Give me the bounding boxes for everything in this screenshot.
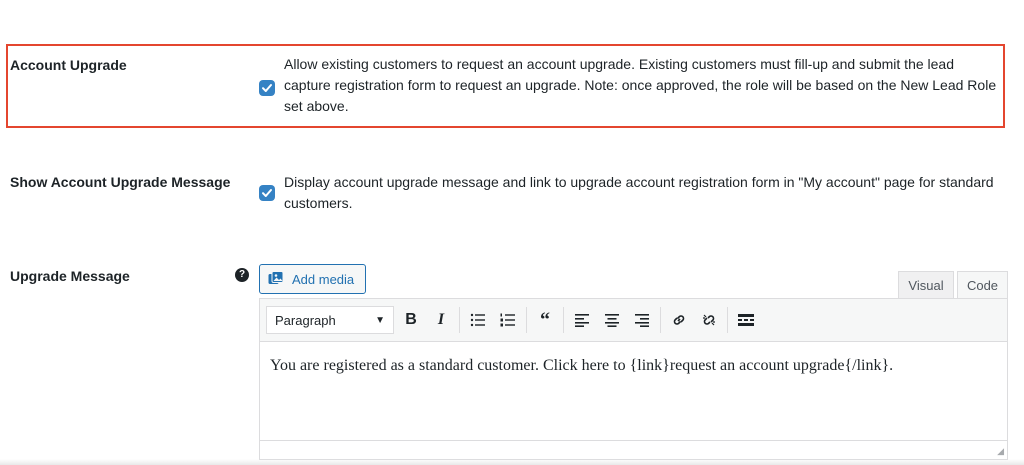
toolbar-separator [660,307,661,333]
editor[interactable]: Paragraph ▼ B I “ You are registered as … [259,298,1008,460]
bottom-shadow [0,459,1024,465]
editor-toolbar: Paragraph ▼ B I “ [260,299,1007,342]
format-select-value: Paragraph [275,312,336,328]
show-upgrade-message-description: Display account upgrade message and link… [284,174,994,211]
checkmark-icon [262,84,272,92]
align-right-icon[interactable] [627,306,657,334]
align-left-icon[interactable] [567,306,597,334]
chevron-down-icon: ▼ [375,314,385,326]
show-upgrade-message-label: Show Account Upgrade Message [10,174,231,190]
media-icon [268,271,284,284]
bold-icon[interactable]: B [396,306,426,334]
format-select[interactable]: Paragraph ▼ [266,306,394,334]
bullet-list-icon[interactable] [463,306,493,334]
align-center-icon[interactable] [597,306,627,334]
toolbar-separator [727,307,728,333]
toolbar-toggle-icon[interactable] [731,306,761,334]
tab-code[interactable]: Code [957,271,1008,299]
toolbar-separator [526,307,527,333]
add-media-label: Add media [292,271,355,287]
editor-content[interactable]: You are registered as a standard custome… [270,357,893,375]
blockquote-icon[interactable]: “ [530,306,560,334]
numbered-list-icon[interactable] [493,306,523,334]
account-upgrade-description: Allow existing customers to request an a… [284,56,997,114]
toolbar-separator [459,307,460,333]
resize-handle-icon[interactable]: ◢ [997,446,1004,457]
editor-statusbar: ◢ [260,440,1007,459]
unlink-icon[interactable] [694,306,724,334]
help-icon[interactable]: ? [235,268,249,282]
checkmark-icon [262,189,272,197]
link-icon[interactable] [664,306,694,334]
add-media-button[interactable]: Add media [259,264,366,294]
upgrade-message-label: Upgrade Message [10,268,130,284]
account-upgrade-label: Account Upgrade [10,57,127,73]
tab-visual[interactable]: Visual [898,271,954,299]
italic-icon[interactable]: I [426,306,456,334]
show-upgrade-message-checkbox[interactable] [259,185,275,201]
account-upgrade-checkbox[interactable] [259,80,275,96]
toolbar-separator [563,307,564,333]
